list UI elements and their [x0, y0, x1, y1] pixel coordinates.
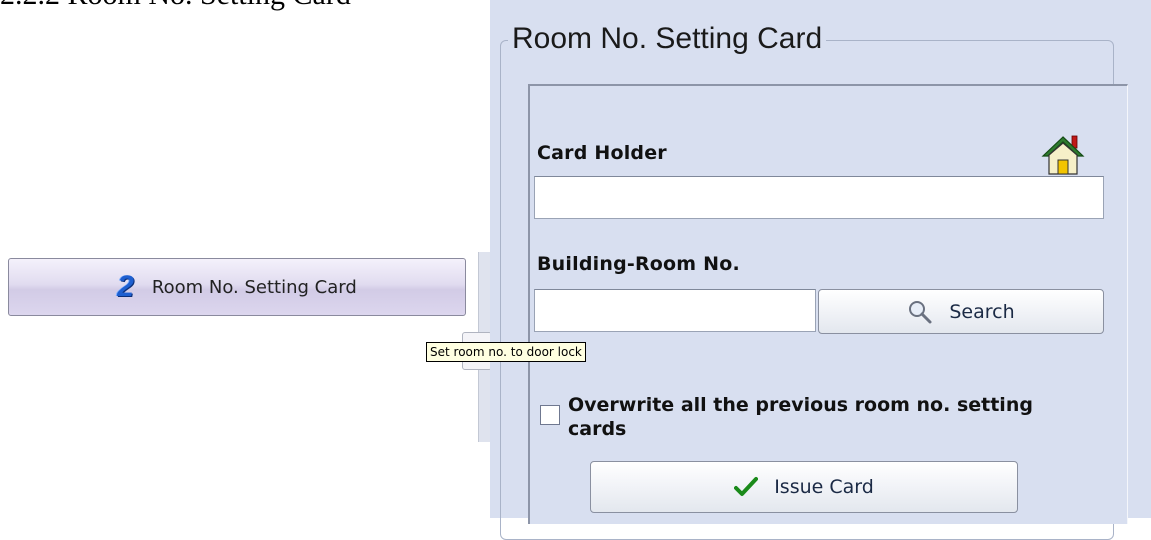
overwrite-checkbox[interactable]: [540, 405, 560, 425]
building-room-label: Building-Room No.: [537, 253, 740, 275]
background-document-text: 2.2.2 Room No. Setting Card: [0, 0, 351, 12]
checkmark-icon: [734, 477, 759, 496]
overwrite-checkbox-label[interactable]: Overwrite all the previous room no. sett…: [568, 393, 1068, 441]
search-button-label: Search: [949, 300, 1015, 323]
search-button[interactable]: Search: [818, 289, 1104, 334]
card-holder-label: Card Holder: [537, 142, 667, 164]
card-holder-input[interactable]: [534, 176, 1104, 219]
house-icon: [1041, 135, 1085, 175]
room-no-setting-card-nav-button[interactable]: 2 Room No. Setting Card: [8, 258, 466, 316]
nav-button-label: Room No. Setting Card: [151, 276, 357, 298]
search-icon: [909, 300, 932, 323]
issue-card-label: Issue Card: [774, 476, 874, 498]
step-number-badge: 2: [117, 270, 134, 303]
group-box-title: Room No. Setting Card: [508, 22, 827, 56]
building-room-input[interactable]: [534, 289, 816, 332]
issue-card-button[interactable]: Issue Card: [590, 461, 1018, 513]
tooltip: Set room no. to door lock: [426, 342, 586, 362]
